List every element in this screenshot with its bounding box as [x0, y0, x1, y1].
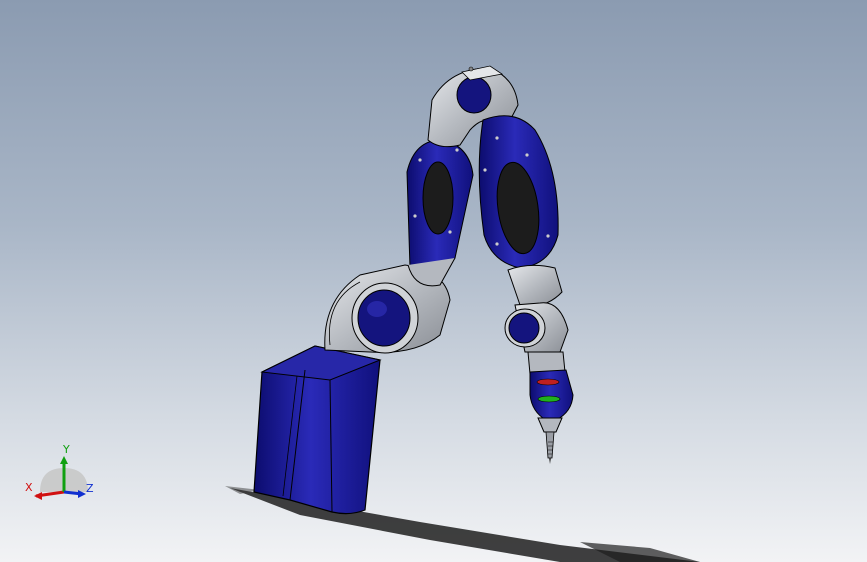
- x-axis-label: X: [25, 481, 33, 494]
- y-axis-label: Y: [63, 443, 70, 456]
- probe-tip[interactable]: [545, 431, 555, 464]
- wrist-joint[interactable]: [504, 264, 569, 375]
- graphics-viewport[interactable]: X Y Z: [0, 0, 867, 562]
- z-axis-label: Z: [86, 482, 94, 495]
- model-scene[interactable]: [0, 0, 867, 562]
- lower-arm[interactable]: [406, 139, 474, 287]
- robot-base[interactable]: [253, 345, 382, 515]
- probe-body[interactable]: [529, 369, 574, 433]
- triad-graphic: [34, 456, 88, 500]
- x-axis-arrow: [34, 492, 42, 500]
- coordinate-triad: X Y Z: [20, 440, 100, 510]
- y-axis-arrow: [60, 456, 68, 464]
- upper-arm[interactable]: [478, 115, 559, 269]
